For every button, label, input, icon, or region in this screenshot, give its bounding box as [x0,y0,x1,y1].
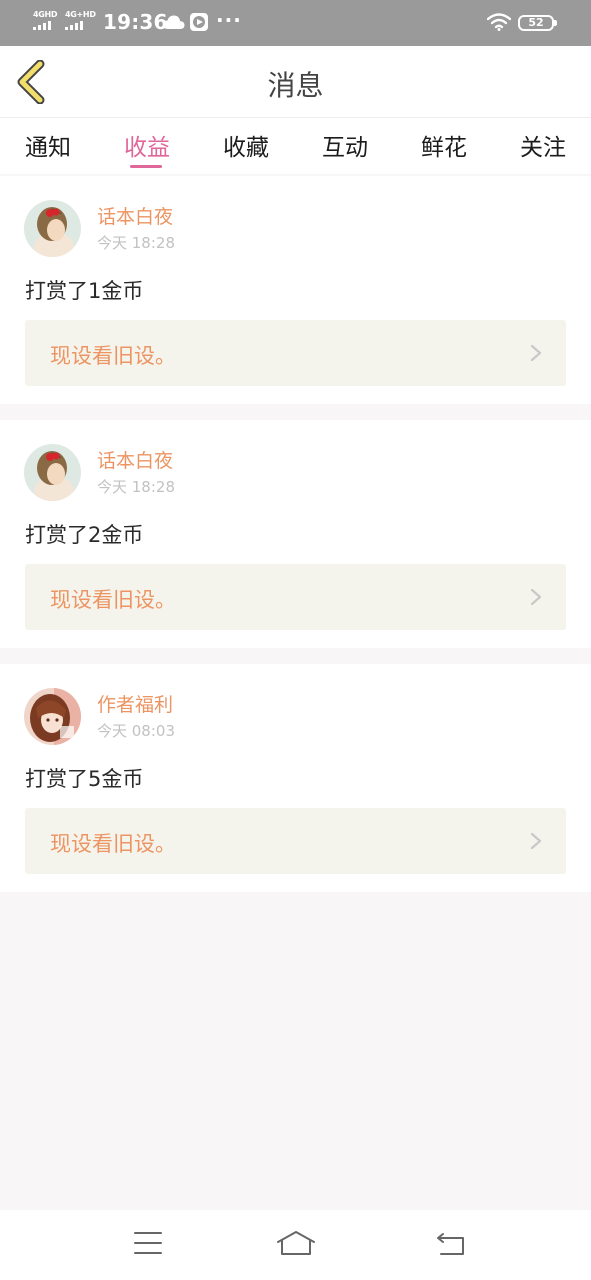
sender-name[interactable]: 话本白夜 [97,202,173,229]
tab-favorites[interactable]: 收藏 [223,128,269,162]
system-nav-bar [0,1210,591,1280]
message-text: 打赏了2金币 [25,523,144,547]
message-time: 今天 08:03 [97,722,175,740]
message-time: 今天 18:28 [97,234,175,252]
message-time: 今天 18:28 [97,478,175,496]
referenced-content-text: 现设看旧设。 [50,832,176,856]
referenced-content-button[interactable]: 现设看旧设。 [25,808,566,874]
referenced-content-text: 现设看旧设。 [50,588,176,612]
header: 消息 [0,46,591,118]
tab-bar: 通知 收益 收藏 互动 鲜花 关注 [0,118,591,174]
message-card: 话本白夜 今天 18:28 打赏了1金币 现设看旧设。 [0,176,591,404]
avatar[interactable] [24,200,81,257]
sim2-label: 4G+HD [65,10,96,19]
referenced-content-text: 现设看旧设。 [50,344,176,368]
message-card: 话本白夜 今天 18:28 打赏了2金币 现设看旧设。 [0,420,591,648]
page-title: 消息 [267,69,324,102]
message-card: 作者福利 今天 08:03 打赏了5金币 现设看旧设。 [0,664,591,892]
active-tab-indicator [130,165,162,168]
tab-follows[interactable]: 关注 [520,128,566,162]
chevron-right-icon [530,588,542,606]
wifi-icon [487,13,511,31]
referenced-content-button[interactable]: 现设看旧设。 [25,564,566,630]
sender-name[interactable]: 作者福利 [97,690,173,717]
media-play-icon [190,13,208,31]
referenced-content-button[interactable]: 现设看旧设。 [25,320,566,386]
tab-interactions[interactable]: 互动 [322,128,368,162]
chevron-right-icon [530,832,542,850]
sender-name[interactable]: 话本白夜 [97,446,173,473]
avatar[interactable] [24,444,81,501]
more-notifications-icon: ··· [216,8,242,32]
avatar[interactable] [24,688,81,745]
signal-sim1-icon: 4GHD [33,10,58,30]
sim1-label: 4GHD [33,10,58,19]
tab-flowers[interactable]: 鲜花 [421,128,467,162]
status-bar: 4GHD 4G+HD 19:36 ··· 52 [0,0,591,46]
chevron-right-icon [530,344,542,362]
menu-icon[interactable] [133,1230,163,1256]
signal-sim2-icon: 4G+HD [65,10,96,30]
back-icon[interactable] [435,1230,467,1256]
tab-notifications[interactable]: 通知 [25,128,71,162]
home-icon[interactable] [276,1230,316,1256]
message-text: 打赏了1金币 [25,279,144,303]
tab-earnings[interactable]: 收益 [124,128,170,162]
weather-cloud-icon [163,15,185,29]
battery-icon: 52 [518,15,557,31]
status-time: 19:36 [103,10,168,34]
message-text: 打赏了5金币 [25,767,144,791]
